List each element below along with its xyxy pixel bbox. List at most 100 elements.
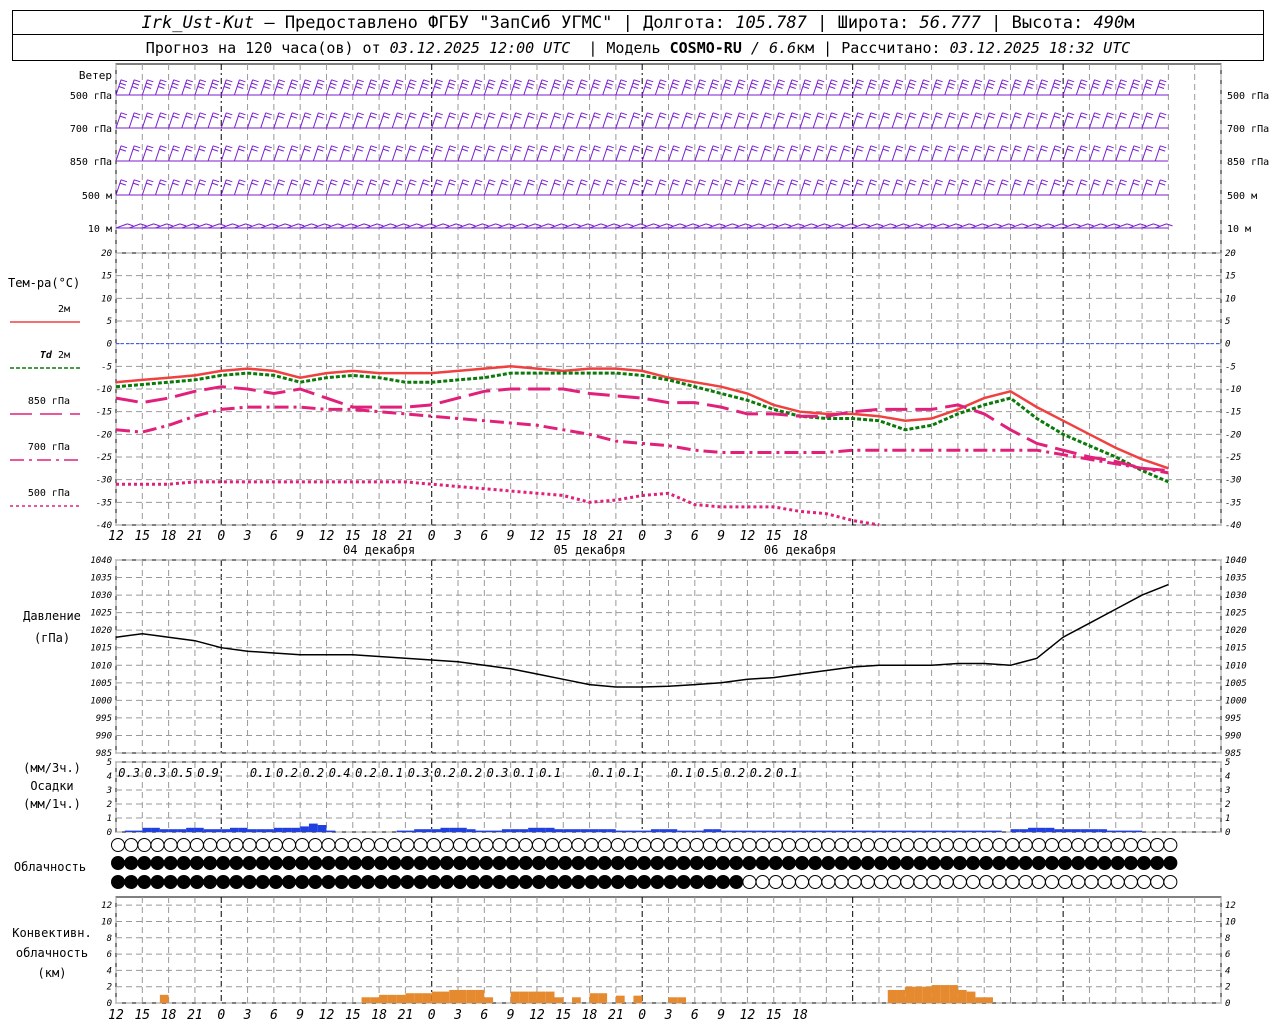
wind-barb-flag	[382, 148, 390, 152]
wind-barb-flag	[645, 148, 653, 152]
wind-barb-flag	[619, 115, 626, 119]
wind-barb	[1075, 179, 1082, 196]
wind-barb-flag	[1094, 179, 1101, 183]
cloud-cover-symbol	[1084, 856, 1099, 870]
wind-barb-flag	[1074, 223, 1081, 227]
wind-barb	[326, 112, 332, 129]
wind-barb-flag	[647, 179, 654, 183]
wind-barb-flag	[831, 179, 838, 183]
cloud-cover-symbol	[255, 838, 270, 852]
precip-bar	[905, 830, 915, 832]
wind-barb	[825, 179, 832, 196]
wind-barb-flag	[476, 79, 483, 83]
pressure-tick-left: 1015	[90, 644, 112, 654]
wind-barb	[970, 112, 977, 129]
precip-tick-right: 4	[1225, 772, 1230, 782]
wind-barb	[707, 223, 720, 229]
conv-bar	[396, 994, 406, 1003]
precip-bar	[247, 829, 257, 832]
date-label: 05 декабря	[553, 543, 625, 557]
wind-barb-flag	[1119, 82, 1126, 86]
wind-barb	[997, 223, 1009, 229]
wind-barb-flag	[368, 86, 375, 89]
wind-barb	[1128, 145, 1135, 162]
wind-barb	[786, 223, 799, 229]
wind-barb-flag	[317, 148, 324, 152]
wind-barb-flag	[212, 79, 220, 83]
wind-barb	[1062, 145, 1069, 162]
wind-barb-flag	[929, 223, 936, 227]
wind-barb-flag	[1157, 86, 1165, 89]
wind-barb	[760, 145, 767, 162]
wind-barb-flag	[1093, 148, 1100, 152]
precip-bar	[931, 830, 941, 832]
wind-barb	[865, 179, 872, 196]
wind-barb-flag	[935, 115, 942, 119]
wind-barb-flag	[147, 179, 154, 183]
wind-barb-flag	[592, 86, 599, 89]
wind-barb-flag	[264, 182, 271, 186]
wind-barb-flag	[1066, 82, 1074, 86]
wind-barb	[996, 145, 1003, 162]
wind-barb	[260, 112, 267, 129]
wind-barb-flag	[949, 79, 956, 83]
wind-barb-flag	[251, 82, 258, 86]
wind-barb-flag	[831, 79, 838, 83]
wind-barb-flag	[528, 179, 536, 183]
wind-barb-flag	[1066, 182, 1074, 186]
wind-barb	[904, 179, 911, 196]
wind-barb-flag	[1159, 115, 1166, 119]
wind-barb	[220, 145, 227, 162]
wind-barb	[168, 145, 175, 162]
time-axis-tick: 3	[664, 529, 673, 544]
wind-barb-flag	[949, 112, 956, 116]
wind-barb-flag	[843, 115, 850, 119]
cloud-cover-symbol	[439, 875, 454, 889]
wind-barb	[299, 145, 306, 162]
wind-barb-flag	[357, 145, 364, 149]
wind-barb-flag	[1054, 179, 1062, 183]
wind-barb	[1115, 145, 1122, 162]
cloud-cover-symbol	[124, 838, 139, 852]
wind-barb-flag	[1002, 112, 1009, 116]
wind-barb	[957, 223, 970, 229]
wind-barb-flag	[250, 86, 257, 89]
wind-barb-flag	[370, 179, 378, 183]
wind-barb-flag	[974, 115, 982, 119]
precip-bar	[896, 830, 906, 832]
wind-barb	[1089, 223, 1101, 229]
wind-barb	[181, 179, 188, 196]
conv-bar	[387, 994, 397, 1003]
wind-barb-flag	[803, 82, 811, 86]
wind-barb-flag	[672, 82, 679, 86]
conv-bar	[370, 997, 380, 1003]
precip-bar	[677, 830, 687, 832]
wind-barb	[286, 145, 293, 162]
cloud-cover-symbol	[374, 838, 389, 852]
precip-bar	[826, 830, 836, 832]
temp-tick-right: -10	[1225, 385, 1241, 395]
wind-barb-flag	[1026, 86, 1033, 89]
precip-bar	[238, 827, 248, 832]
wind-barb	[457, 112, 464, 129]
wind-barb-flag	[777, 115, 784, 119]
wind-barb-flag	[739, 179, 746, 183]
cloud-cover-symbol	[479, 856, 494, 870]
wind-barb-flag	[554, 112, 562, 116]
wind-barb	[760, 179, 767, 196]
wind-barb-flag	[1120, 145, 1127, 149]
wind-barb-flag	[315, 86, 323, 89]
wind-barb-flag	[974, 182, 982, 186]
wind-barb-flag	[160, 79, 167, 83]
cloud-cover-symbol	[755, 875, 770, 889]
conv-bar	[422, 993, 432, 1003]
precip-bar	[650, 829, 660, 832]
wind-barb	[694, 223, 707, 229]
wind-barb	[536, 145, 543, 162]
wind-barb-flag	[370, 79, 378, 83]
precip-bar	[1010, 829, 1020, 832]
wind-barb-flag	[429, 223, 436, 227]
cloud-cover-symbol	[176, 838, 191, 852]
wind-barb	[668, 145, 675, 162]
cloud-cover-symbol	[163, 856, 178, 870]
